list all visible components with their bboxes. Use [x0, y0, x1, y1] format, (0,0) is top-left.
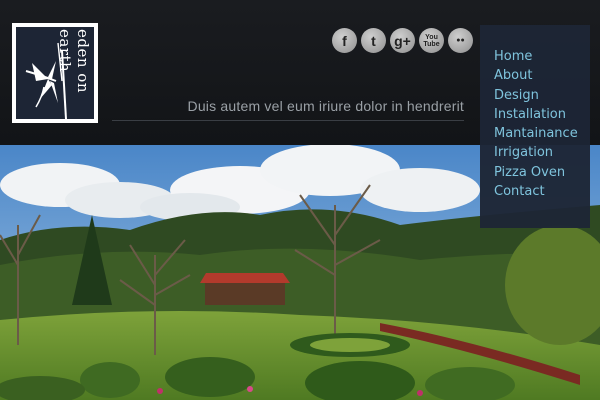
logo-text: eden on earth — [56, 29, 92, 93]
nav-item-pizza-oven[interactable]: Pizza Oven — [494, 163, 590, 182]
youtube-icon[interactable]: You Tube — [419, 28, 444, 53]
logo-panel: eden on earth — [16, 27, 94, 119]
google-plus-icon[interactable]: g+ — [390, 28, 415, 53]
tagline-divider — [112, 120, 464, 121]
social-links: f t g+ You Tube ●● — [332, 28, 473, 53]
site-logo[interactable]: eden on earth — [12, 23, 98, 123]
nav-item-design[interactable]: Design — [494, 86, 590, 105]
main-navigation: Home About Design Installation Mantainan… — [480, 25, 590, 228]
nav-item-contact[interactable]: Contact — [494, 182, 590, 201]
nav-item-irrigation[interactable]: Irrigation — [494, 143, 590, 162]
nav-item-about[interactable]: About — [494, 66, 590, 85]
facebook-icon[interactable]: f — [332, 28, 357, 53]
nav-item-home[interactable]: Home — [494, 47, 590, 66]
twitter-icon[interactable]: t — [361, 28, 386, 53]
tagline: Duis autem vel eum iriure dolor in hendr… — [187, 98, 464, 114]
nav-item-installation[interactable]: Installation — [494, 105, 590, 124]
nav-item-mantainance[interactable]: Mantainance — [494, 124, 590, 143]
flickr-icon[interactable]: ●● — [448, 28, 473, 53]
